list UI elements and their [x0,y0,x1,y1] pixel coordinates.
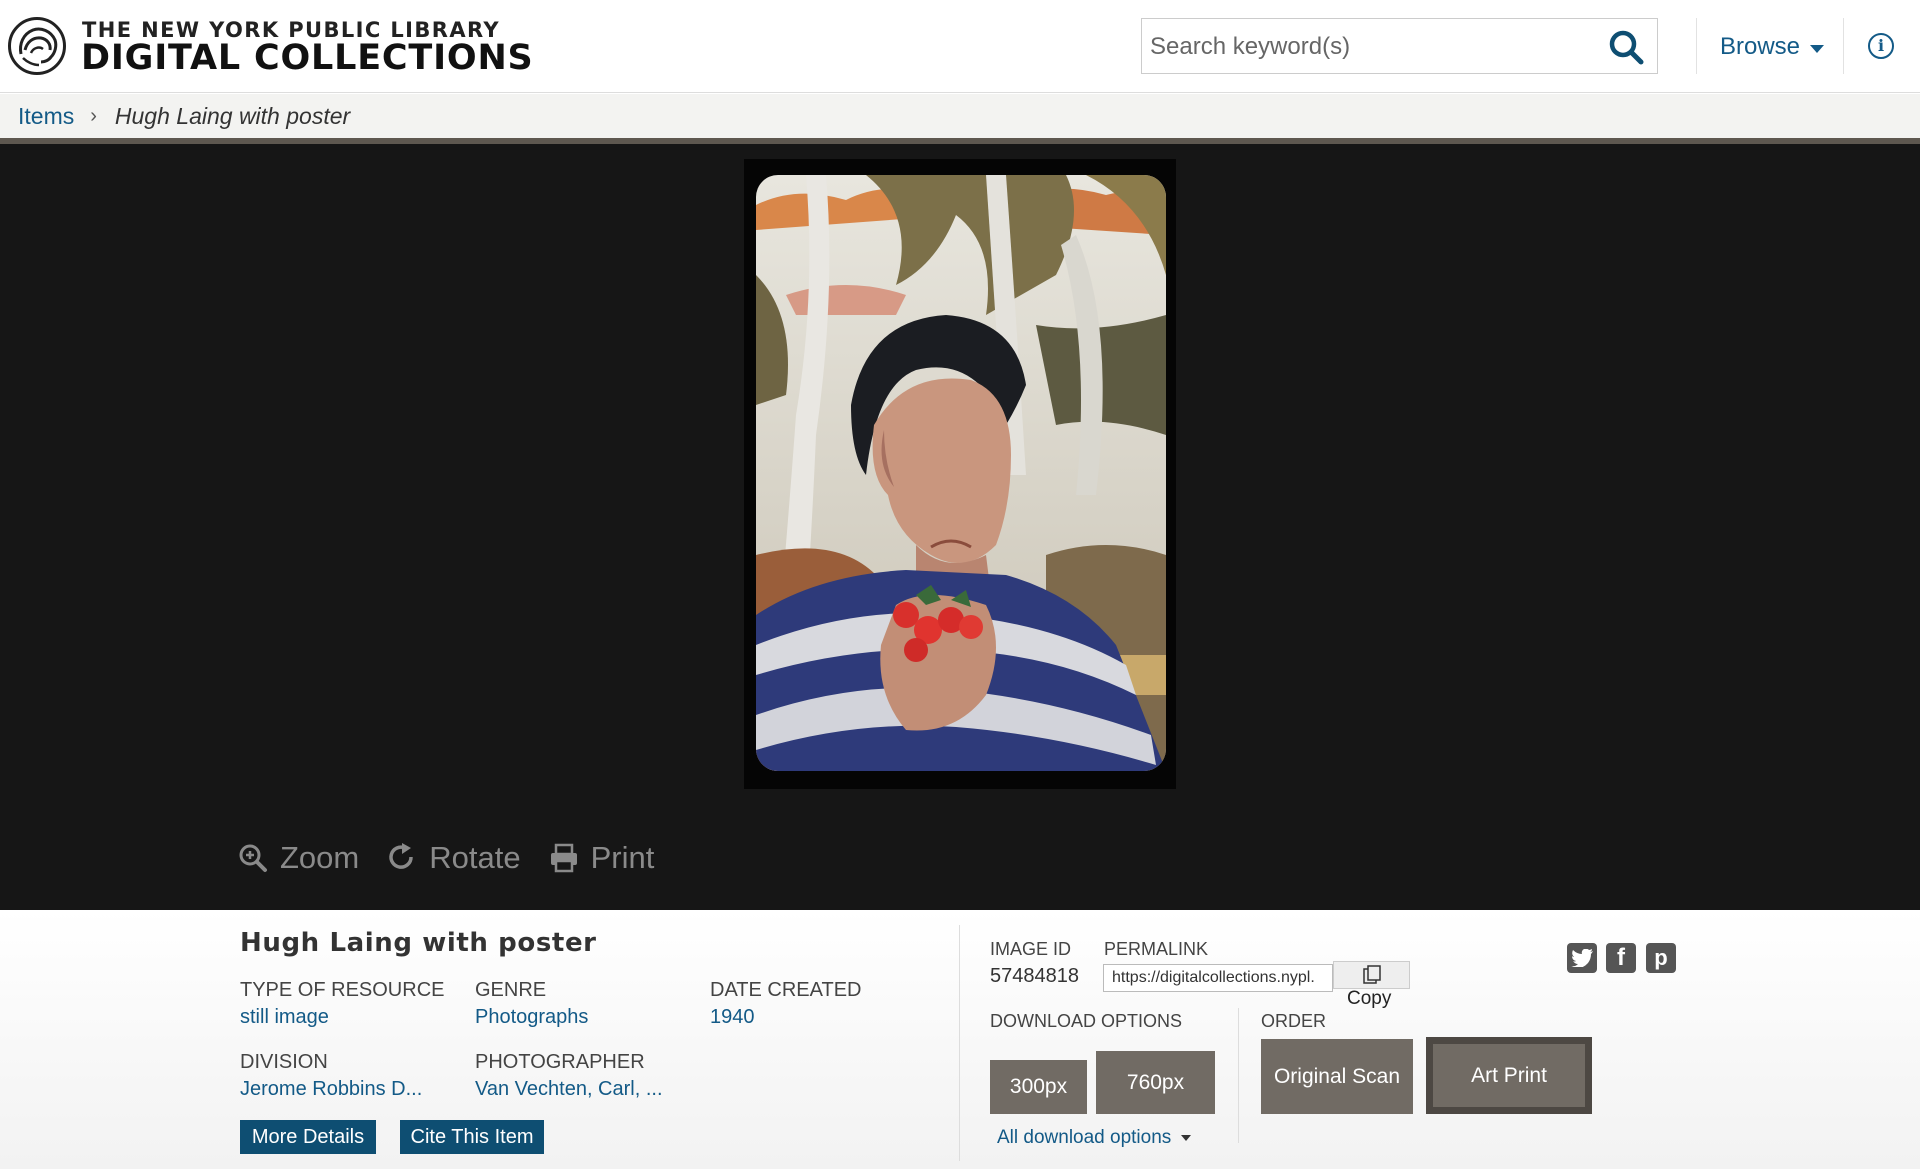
cite-item-button[interactable]: Cite This Item [400,1120,544,1154]
site-header: THE NEW YORK PUBLIC LIBRARY DIGITAL COLL… [0,0,1920,93]
type-label: TYPE OF RESOURCE [240,979,445,1001]
twitter-icon[interactable] [1567,943,1597,973]
zoom-icon [239,844,267,872]
print-label: Print [590,840,655,875]
header-divider [1843,18,1844,74]
rotate-label: Rotate [429,840,521,875]
copy-button[interactable] [1333,961,1410,989]
search-button[interactable] [1603,27,1649,67]
download-760px-button[interactable]: 760px [1096,1051,1215,1114]
viewer-toolbar: Zoom Rotate Print [238,840,654,876]
photo-frame [744,159,1176,789]
rotate-icon [389,843,414,869]
zoom-button[interactable]: Zoom [238,840,359,876]
search-icon [1609,30,1644,65]
photographer-value[interactable]: Van Vechten, Carl, ... [475,1078,663,1101]
panel-divider [1238,1008,1239,1143]
clipboard-icon [1363,965,1381,984]
item-title: Hugh Laing with poster [240,928,597,958]
division-label: DIVISION [240,1051,328,1073]
browse-label: Browse [1720,33,1801,60]
permalink-label: PERMALINK [1104,939,1209,959]
date-value[interactable]: 1940 [710,1006,755,1029]
all-download-options-link[interactable]: All download options [997,1127,1192,1149]
image-id-label: IMAGE ID [990,939,1072,959]
breadcrumb-current: Hugh Laing with poster [114,102,351,129]
original-scan-button[interactable]: Original Scan [1261,1039,1413,1114]
chevron-right-icon: › [90,104,97,127]
facebook-icon[interactable]: f [1606,943,1636,973]
permalink-field[interactable] [1103,964,1333,992]
panel-divider [959,925,960,1161]
pinterest-icon[interactable]: p [1646,943,1676,973]
photographer-label: PHOTOGRAPHER [475,1051,645,1073]
art-print-button[interactable]: Art Print [1426,1037,1592,1114]
all-download-options-label: All download options [997,1127,1172,1148]
date-label: DATE CREATED [710,979,862,1001]
more-details-button[interactable]: More Details [240,1120,376,1154]
info-icon[interactable]: i [1868,33,1894,59]
image-viewer: Zoom Rotate Print [0,144,1920,910]
division-value[interactable]: Jerome Robbins D... [240,1078,422,1101]
genre-value[interactable]: Photographs [475,1006,588,1029]
order-label: ORDER [1261,1011,1327,1031]
header-divider [1696,18,1697,74]
chevron-down-icon [1810,45,1825,53]
type-value[interactable]: still image [240,1006,329,1029]
printer-icon [550,843,577,873]
breadcrumb: Items › Hugh Laing with poster [0,94,1920,138]
search-input[interactable] [1150,28,1590,66]
breadcrumb-items-link[interactable]: Items [18,103,74,130]
item-info-panel: Hugh Laing with poster TYPE OF RESOURCE … [0,910,1920,1169]
rotate-button[interactable]: Rotate [387,840,521,876]
zoom-label: Zoom [280,840,360,875]
browse-menu[interactable]: Browse [1720,33,1825,61]
chevron-down-icon [1181,1135,1192,1141]
nypl-lion-logo-icon[interactable] [8,17,66,75]
image-id-value: 57484818 [990,965,1079,987]
download-300px-button[interactable]: 300px [990,1060,1087,1114]
download-options-label: DOWNLOAD OPTIONS [990,1011,1183,1031]
genre-label: GENRE [475,979,547,1001]
copy-label: Copy [1347,988,1392,1009]
site-name[interactable]: DIGITAL COLLECTIONS [81,38,534,78]
search-box [1141,18,1658,74]
item-photo[interactable] [756,175,1166,771]
print-button[interactable]: Print [549,840,655,876]
